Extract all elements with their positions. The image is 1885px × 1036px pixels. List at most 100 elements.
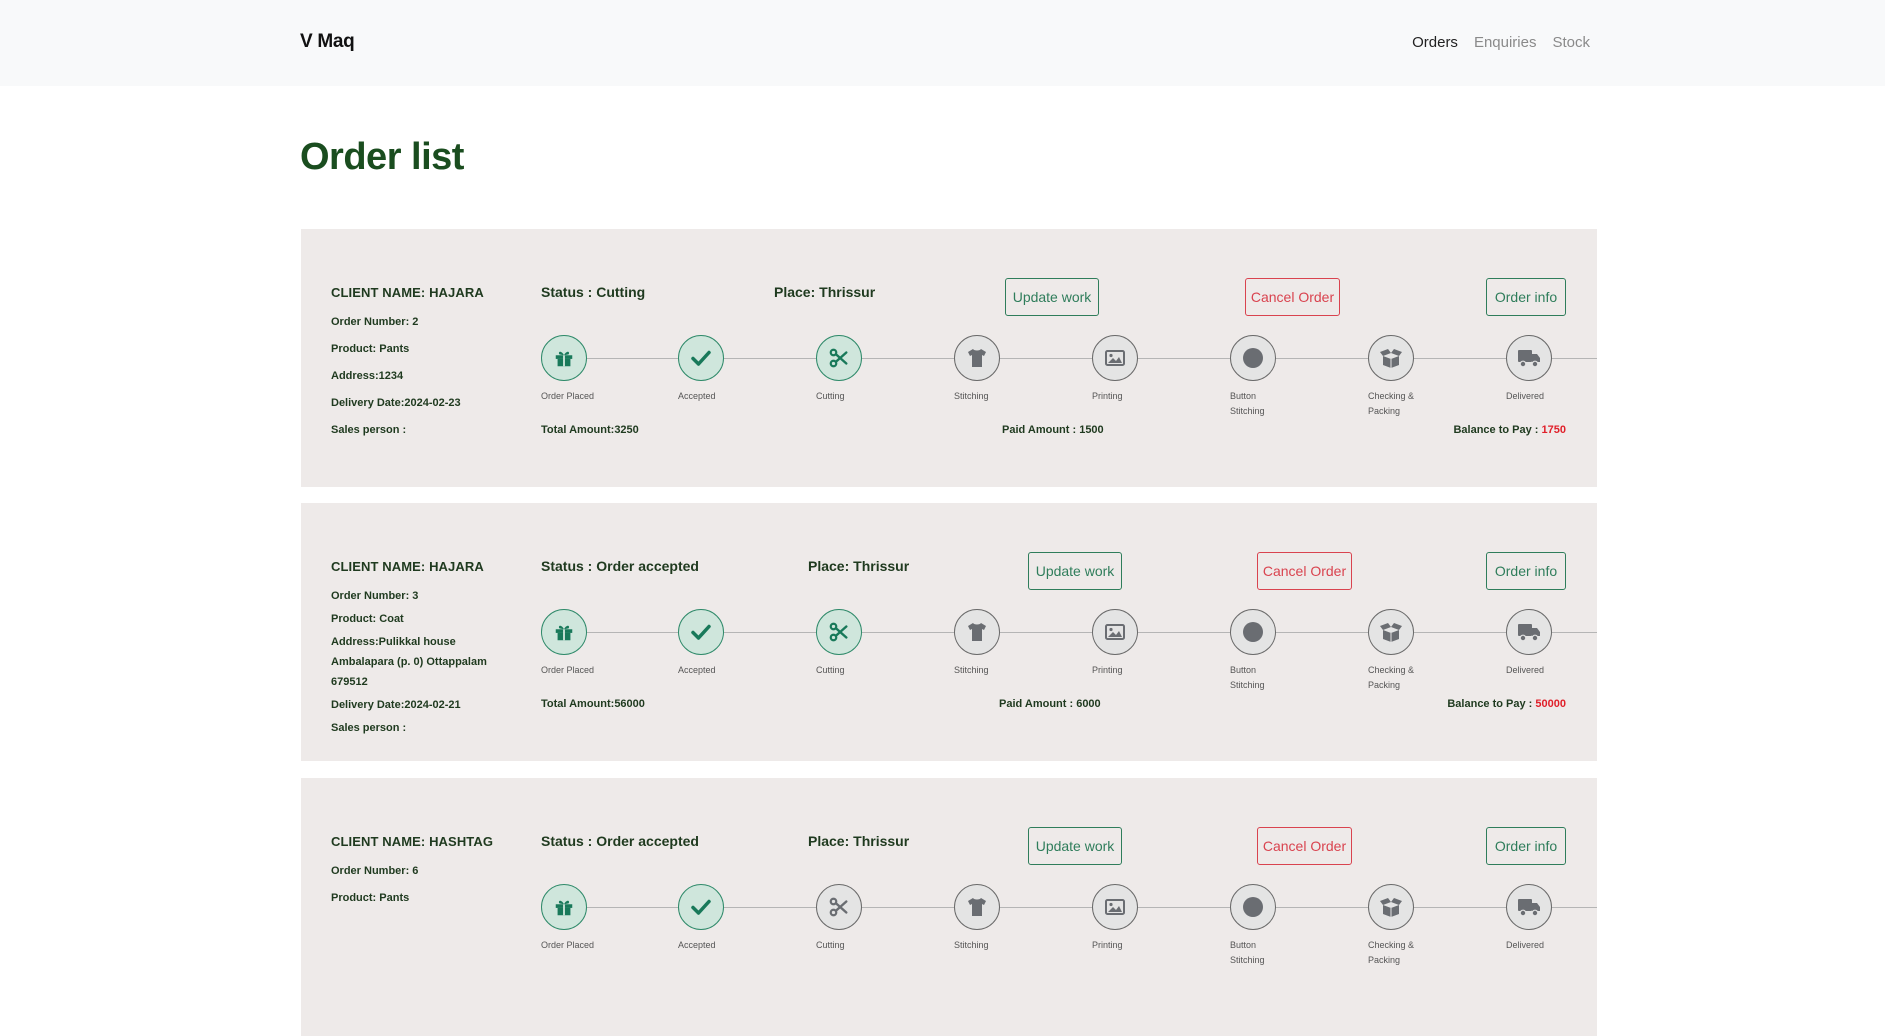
cancel-order-button[interactable]: Cancel Order (1257, 552, 1352, 590)
progress-step-label: Printing (1092, 391, 1123, 401)
progress-step-label: Order Placed (541, 665, 595, 675)
balance-to-pay: Balance to Pay : 50000 (1447, 698, 1566, 710)
nav-stock[interactable]: Stock (1552, 34, 1590, 51)
update-work-button[interactable]: Update work (1028, 552, 1122, 590)
order-details: CLIENT NAME: HASHTAG Order Number: 6 Pro… (331, 834, 521, 915)
cancel-order-button[interactable]: Cancel Order (1245, 278, 1340, 316)
gift-icon (541, 335, 587, 381)
navbar: V Maq Orders Enquiries Stock (0, 0, 1885, 86)
progress-step: Cutting (816, 884, 906, 953)
update-work-button[interactable]: Update work (1005, 278, 1099, 316)
order-status: Status : Order accepted (541, 833, 699, 849)
total-amount: Total Amount:56000 (541, 698, 645, 710)
order-number: Order Number: 3 (331, 590, 419, 602)
order-number: Order Number: 6 (331, 865, 419, 877)
product: Product: Coat (331, 613, 404, 625)
progress-step-label: Checking & Packing (1368, 940, 1415, 965)
check-icon (678, 335, 724, 381)
delivery-date: Delivery Date:2024-02-23 (331, 397, 461, 409)
progress-step-label: Button Stitching (1230, 940, 1265, 965)
progress-step-label: Button Stitching (1230, 391, 1265, 416)
check-icon (678, 884, 724, 930)
progress-step-label: Printing (1092, 665, 1123, 675)
scissors-icon (816, 884, 862, 930)
balance-label: Balance to Pay : (1447, 698, 1533, 710)
balance-value: 50000 (1535, 698, 1566, 710)
progress-step: Checking & Packing (1368, 609, 1458, 693)
client-name: CLIENT NAME: HASHTAG (331, 834, 494, 849)
progress-step-label: Delivered (1506, 391, 1545, 401)
sales-person: Sales person : (331, 424, 407, 436)
progress-step-label: Accepted (678, 391, 716, 401)
progress-tracker: Order Placed Accepted Cutting Stitching Prin… (541, 335, 1597, 425)
progress-step: Checking & Packing (1368, 335, 1458, 419)
truck-icon (1506, 335, 1552, 381)
order-number: Order Number: 2 (331, 316, 419, 328)
progress-step: Delivered (1506, 335, 1596, 404)
button-icon (1230, 884, 1276, 930)
order-status: Status : Cutting (541, 284, 646, 300)
gift-icon (541, 884, 587, 930)
progress-step-label: Cutting (816, 391, 845, 401)
progress-step-label: Stitching (954, 665, 989, 675)
progress-step-label: Cutting (816, 665, 845, 675)
order-place: Place: Thrissur (808, 558, 910, 574)
progress-step: Checking & Packing (1368, 884, 1458, 968)
progress-step-label: Cutting (816, 940, 845, 950)
scissors-icon (816, 609, 862, 655)
progress-step-label: Checking & Packing (1368, 391, 1415, 416)
progress-step-label: Printing (1092, 940, 1123, 950)
progress-step-label: Stitching (954, 940, 989, 950)
progress-step: Order Placed (541, 884, 631, 953)
order-card: CLIENT NAME: HAJARA Order Number: 3 Prod… (301, 503, 1597, 761)
product: Product: Pants (331, 892, 410, 904)
box-open-icon (1368, 884, 1414, 930)
brand-logo[interactable]: V Maq (300, 31, 355, 53)
progress-step: Printing (1092, 884, 1182, 953)
box-open-icon (1368, 609, 1414, 655)
update-work-button[interactable]: Update work (1028, 827, 1122, 865)
order-info-button[interactable]: Order info (1486, 278, 1566, 316)
address: Address:Pulikkal house Ambalapara (p. 0)… (331, 636, 487, 688)
progress-step-label: Stitching (954, 391, 989, 401)
progress-step: Order Placed (541, 335, 631, 404)
box-open-icon (1368, 335, 1414, 381)
tshirt-icon (954, 884, 1000, 930)
scissors-icon (816, 335, 862, 381)
progress-step: Printing (1092, 609, 1182, 678)
progress-step-label: Accepted (678, 665, 716, 675)
progress-step: Accepted (678, 609, 768, 678)
balance-value: 1750 (1541, 424, 1566, 436)
balance-label: Balance to Pay : (1453, 424, 1539, 436)
image-icon (1092, 884, 1138, 930)
progress-step: Stitching (954, 335, 1044, 404)
progress-step: Delivered (1506, 884, 1596, 953)
progress-step-label: Delivered (1506, 665, 1545, 675)
order-info-button[interactable]: Order info (1486, 827, 1566, 865)
page-title: Order list (300, 136, 464, 178)
progress-step-label: Button Stitching (1230, 665, 1265, 690)
nav-links: Orders Enquiries Stock (1412, 34, 1590, 51)
balance-to-pay: Balance to Pay : 1750 (1453, 424, 1566, 436)
progress-step: Button Stitching (1230, 884, 1320, 968)
progress-step: Button Stitching (1230, 609, 1320, 693)
order-card: CLIENT NAME: HAJARA Order Number: 2 Prod… (301, 229, 1597, 487)
order-details: CLIENT NAME: HAJARA Order Number: 2 Prod… (331, 285, 521, 447)
truck-icon (1506, 884, 1552, 930)
nav-enquiries[interactable]: Enquiries (1474, 34, 1537, 51)
progress-step: Stitching (954, 884, 1044, 953)
progress-tracker: Order Placed Accepted Cutting Stitching Prin… (541, 884, 1597, 974)
progress-step: Order Placed (541, 609, 631, 678)
progress-step-label: Order Placed (541, 940, 595, 950)
total-amount: Total Amount:3250 (541, 424, 639, 436)
cancel-order-button[interactable]: Cancel Order (1257, 827, 1352, 865)
nav-orders[interactable]: Orders (1412, 34, 1458, 51)
client-name: CLIENT NAME: HAJARA (331, 559, 484, 574)
gift-icon (541, 609, 587, 655)
paid-amount: Paid Amount : 6000 (999, 698, 1101, 710)
order-info-button[interactable]: Order info (1486, 552, 1566, 590)
order-card: CLIENT NAME: HASHTAG Order Number: 6 Pro… (301, 778, 1597, 1036)
progress-step-label: Accepted (678, 940, 716, 950)
progress-step: Button Stitching (1230, 335, 1320, 419)
progress-step: Delivered (1506, 609, 1596, 678)
